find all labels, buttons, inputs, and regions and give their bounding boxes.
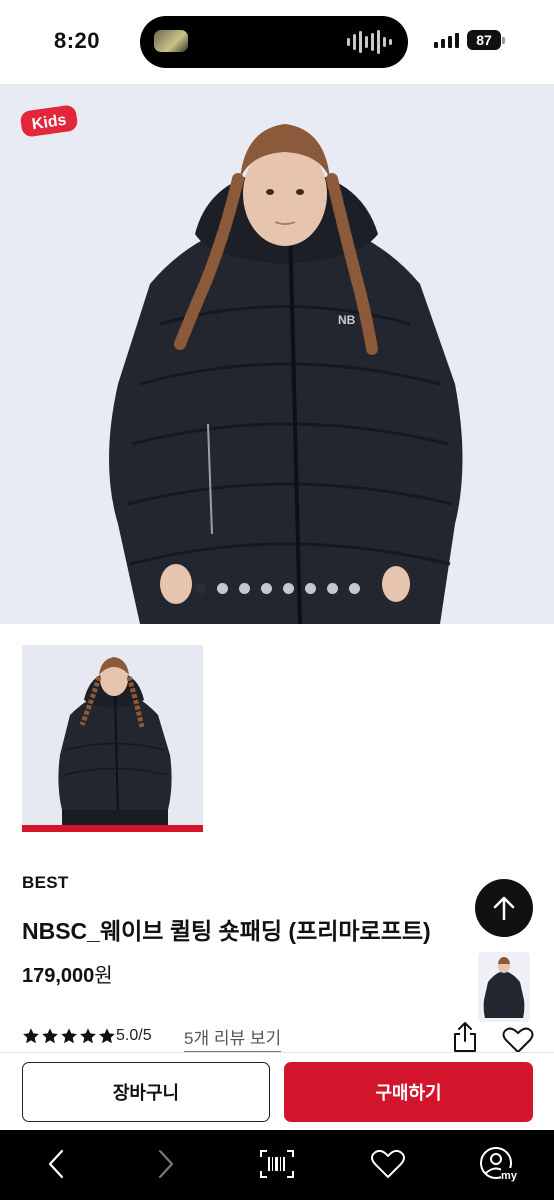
svg-text:NB: NB: [338, 313, 356, 327]
star-icon: [23, 1028, 39, 1044]
status-bar: 8:20 87: [0, 0, 554, 84]
now-playing-thumbnail: [154, 30, 188, 52]
selected-thumbnail[interactable]: [22, 645, 203, 832]
rating-stars: [22, 1027, 116, 1045]
star-icon: [61, 1028, 77, 1044]
battery-nub: [502, 37, 505, 44]
wishlist-nav-button[interactable]: [368, 1146, 408, 1182]
carousel-indicator: [0, 583, 554, 594]
share-icon[interactable]: [452, 1021, 478, 1053]
star-icon: [80, 1028, 96, 1044]
cellular-signal-icon: [434, 33, 459, 48]
scroll-to-top-button[interactable]: [475, 879, 533, 937]
arrow-up-icon: [493, 896, 515, 921]
rating-score: 5.0/5: [116, 1027, 152, 1044]
hero-photo: NB: [0, 84, 554, 624]
my-label: my: [501, 1170, 517, 1182]
buy-now-button[interactable]: 구매하기: [284, 1062, 533, 1122]
audio-waveform-icon: [347, 30, 392, 54]
thumbnail-selected-indicator: [22, 825, 203, 832]
battery-indicator: 87: [467, 30, 501, 50]
product-hero-image[interactable]: NB Kids: [0, 84, 554, 624]
wishlist-heart-icon[interactable]: [502, 1026, 534, 1054]
review-link[interactable]: 5개 리뷰 보기: [184, 1024, 282, 1052]
dynamic-island: [140, 16, 408, 68]
browser-bottom-nav: my: [0, 1130, 554, 1200]
carousel-dot[interactable]: [326, 583, 338, 594]
thumbnail-photo: [22, 645, 203, 825]
back-icon: [48, 1149, 64, 1179]
carousel-dot[interactable]: [282, 583, 294, 594]
carousel-dot[interactable]: [216, 583, 228, 594]
mini-thumbnail-photo: [478, 952, 530, 1022]
carousel-dot[interactable]: [194, 583, 206, 594]
my-icon: my: [480, 1147, 517, 1182]
product-price: 179,000원: [22, 959, 113, 988]
star-icon: [42, 1028, 58, 1044]
status-time: 8:20: [54, 28, 101, 53]
carousel-dot[interactable]: [348, 583, 360, 594]
carousel-dot[interactable]: [304, 583, 316, 594]
my-page-button[interactable]: my: [478, 1146, 518, 1182]
carousel-dot[interactable]: [260, 583, 272, 594]
carousel-dot[interactable]: [238, 583, 250, 594]
best-badge: BEST: [22, 873, 69, 892]
barcode-scan-button[interactable]: [257, 1146, 297, 1182]
floating-product-thumbnail[interactable]: [478, 952, 530, 1022]
heart-icon: [371, 1149, 405, 1178]
price-unit: 원: [94, 965, 113, 987]
star-icon: [99, 1028, 115, 1044]
add-to-cart-button[interactable]: 장바구니: [22, 1062, 270, 1122]
price-value: 179,000: [22, 965, 95, 987]
purchase-action-bar: 장바구니 구매하기: [0, 1052, 554, 1130]
forward-icon: [158, 1149, 174, 1179]
forward-button[interactable]: [146, 1146, 186, 1182]
barcode-icon: [260, 1150, 294, 1178]
product-title: NBSC_웨이브 퀼팅 숏패딩 (프리마로프트): [22, 918, 431, 944]
back-button[interactable]: [36, 1146, 76, 1182]
